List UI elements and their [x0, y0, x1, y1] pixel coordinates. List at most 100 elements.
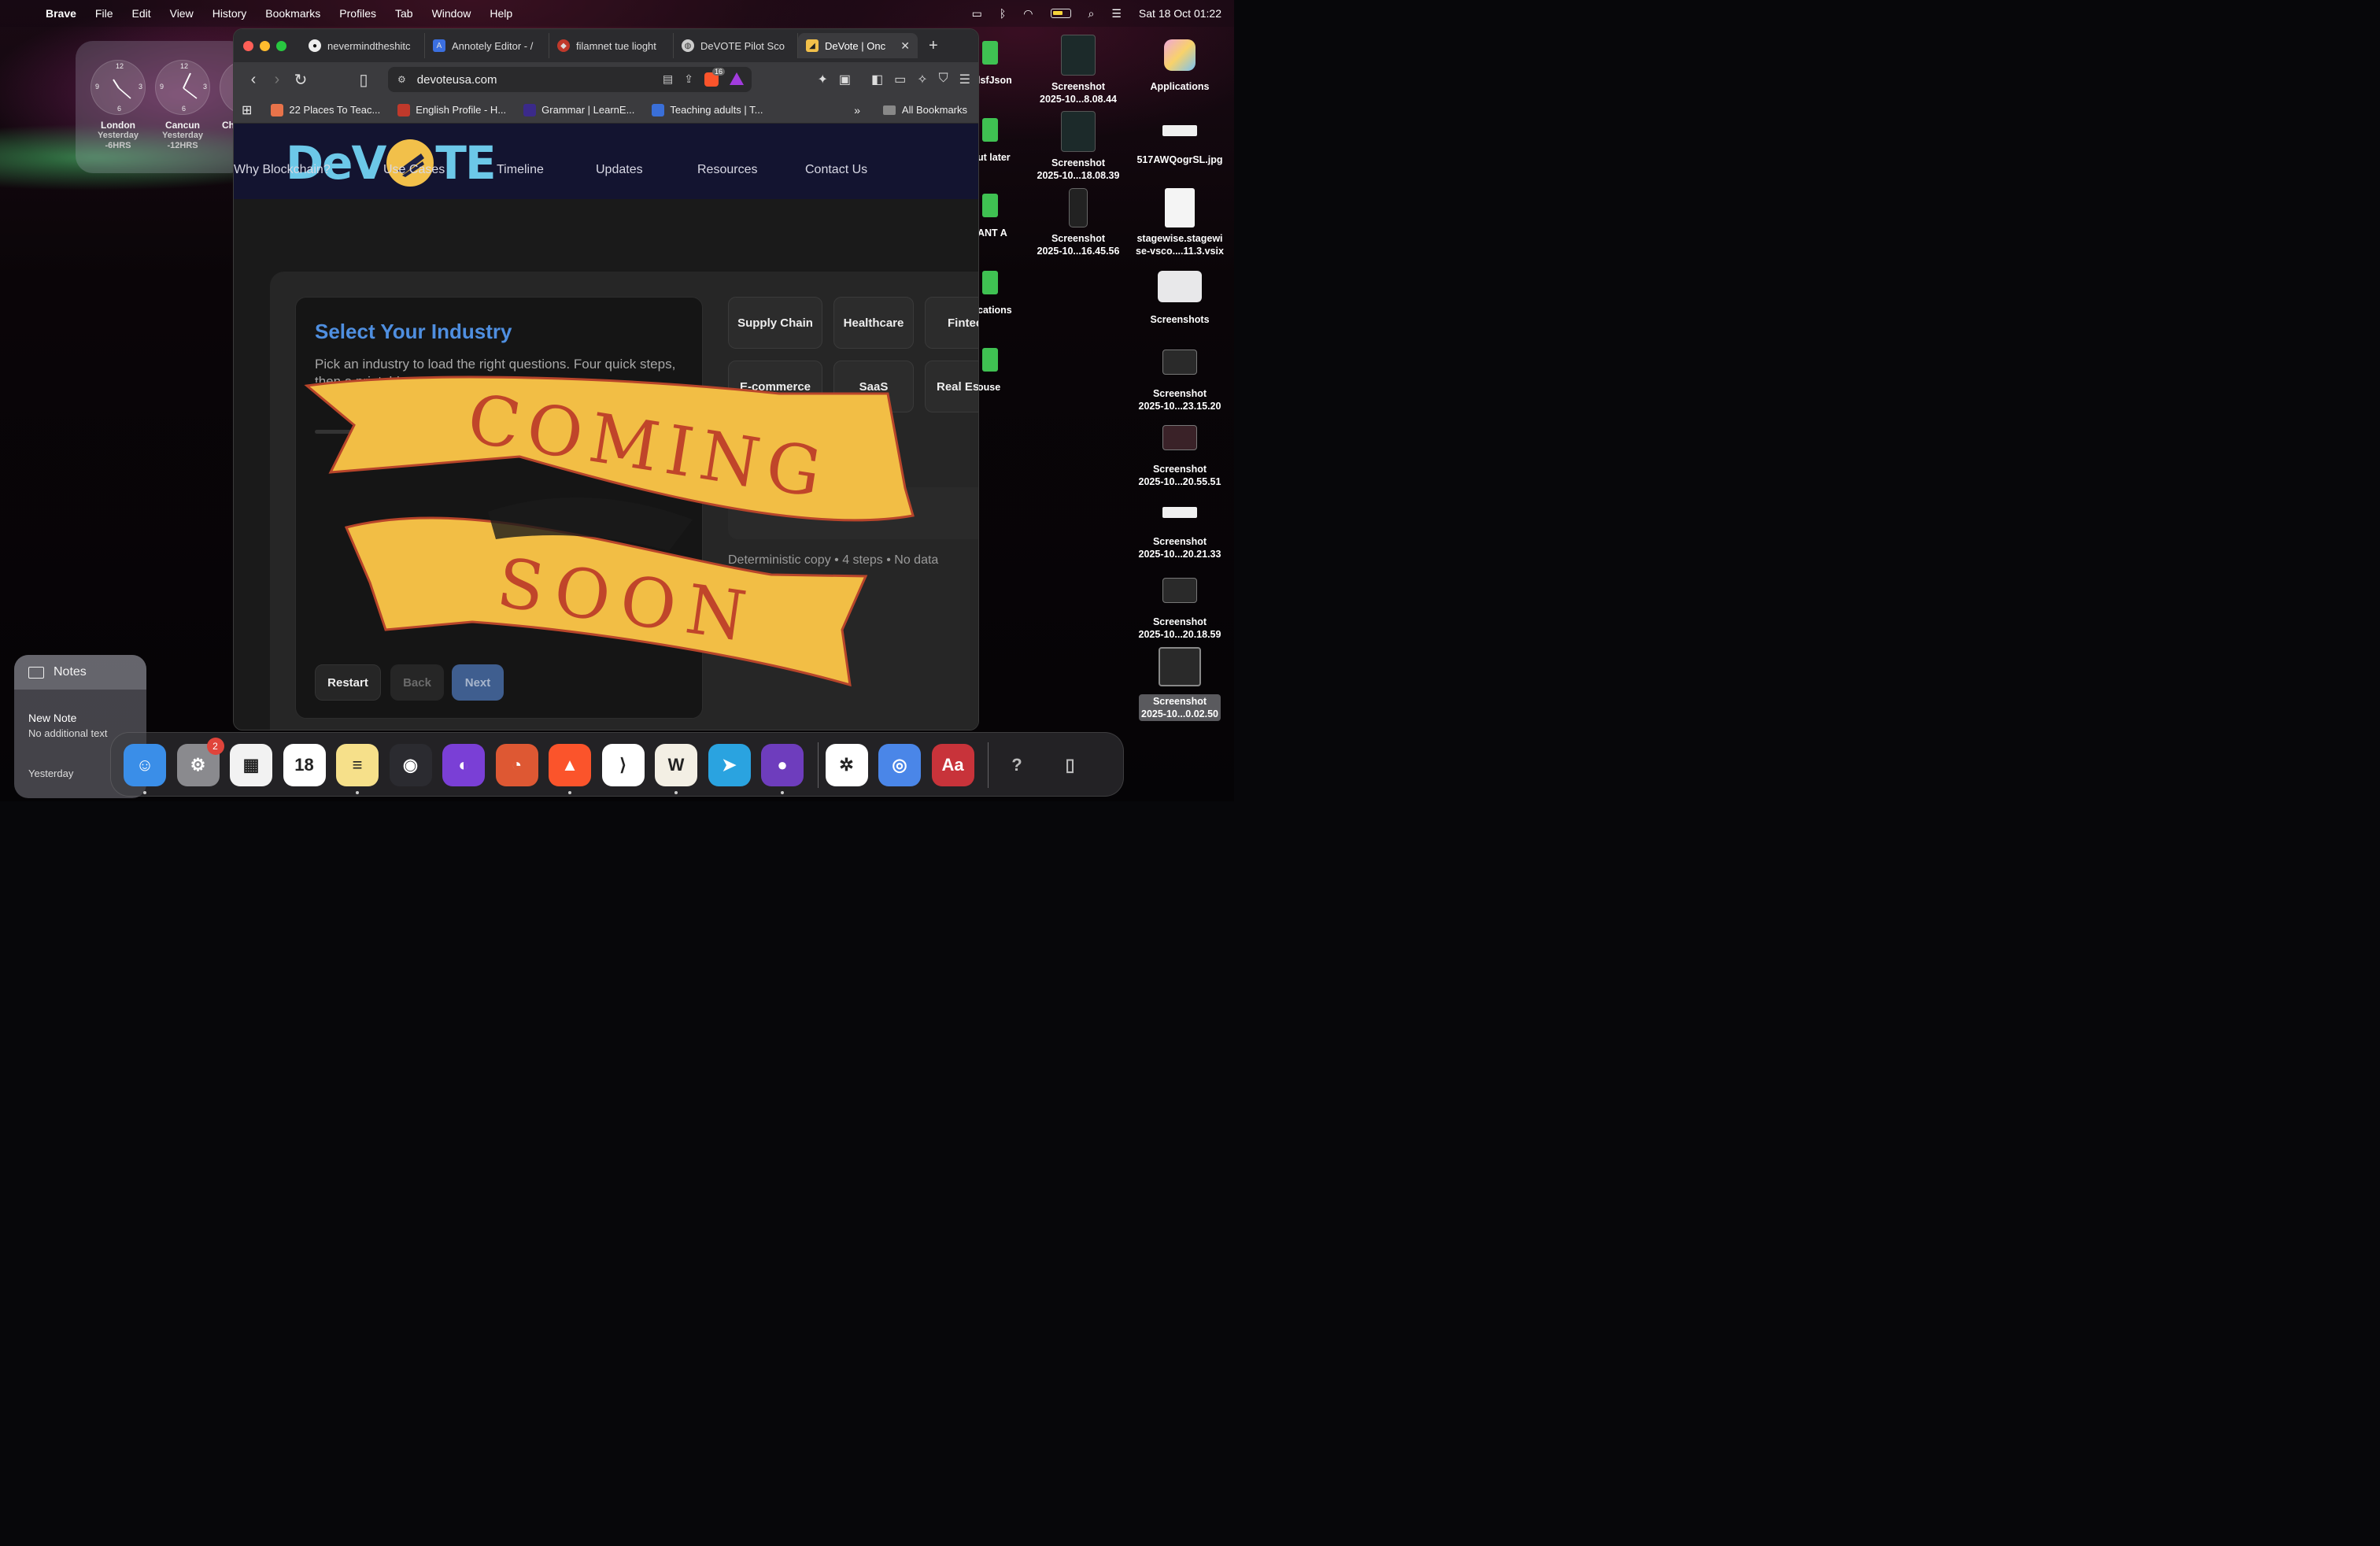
reload-icon[interactable]: ↻: [289, 70, 312, 90]
tab-devote-active[interactable]: ◢ DeVote | Onc ✕: [798, 33, 918, 58]
next-button[interactable]: Next: [452, 664, 504, 701]
new-tab-button[interactable]: +: [929, 37, 938, 55]
bookmark-item[interactable]: 22 Places To Teac...: [271, 103, 380, 117]
menu-file[interactable]: File: [95, 7, 113, 20]
battery-icon[interactable]: [1050, 9, 1071, 18]
tab-annotely[interactable]: A Annotely Editor - /: [425, 33, 549, 58]
brave-rewards-icon[interactable]: [730, 72, 744, 85]
vscode-icon[interactable]: ⟩: [601, 744, 645, 786]
brave-browser-icon[interactable]: ▲: [549, 744, 591, 786]
leo-ai-icon[interactable]: ✧: [917, 72, 927, 87]
industry-e-commerce[interactable]: E-commerce: [728, 361, 822, 412]
reader-mode-icon[interactable]: ▤: [663, 72, 673, 87]
tab-search-icon[interactable]: ▣: [839, 72, 851, 87]
desktop-file[interactable]: 517AWQogrSL.jpg: [1129, 111, 1231, 166]
tab-devote-pilot[interactable]: ◍ DeVOTE Pilot Sco: [674, 33, 798, 58]
minimize-window-button[interactable]: [260, 40, 270, 51]
url-text[interactable]: devoteusa.com: [417, 73, 497, 87]
dictionary-icon[interactable]: Aa: [931, 744, 974, 786]
site-settings-icon[interactable]: ⚙: [397, 74, 406, 85]
nav-timeline[interactable]: Timeline: [497, 163, 544, 177]
desktop-file[interactable]: Screenshots: [1129, 263, 1231, 326]
calendar-icon[interactable]: 18: [283, 744, 326, 786]
menu-view[interactable]: View: [170, 7, 194, 20]
wifi-icon[interactable]: ◠: [1023, 7, 1033, 20]
davinci-resolve-icon[interactable]: ◉: [389, 744, 432, 786]
tab-search[interactable]: ◆ filamnet tue lioght: [549, 33, 674, 58]
firefox-icon[interactable]: ◐: [442, 744, 485, 786]
extensions-icon[interactable]: ✦: [817, 72, 827, 87]
industry-healthcare[interactable]: Healthcare: [833, 297, 914, 349]
menu-app-name[interactable]: Brave: [46, 7, 76, 20]
sidebar-icon[interactable]: ◧: [871, 72, 883, 87]
address-bar[interactable]: ⚙ devoteusa.com ▤ ⇪ 16: [388, 67, 752, 92]
industry-fintech[interactable]: Fintech: [925, 297, 978, 349]
nav-resources[interactable]: Resources: [697, 163, 757, 177]
industry-supply-chain[interactable]: Supply Chain: [728, 297, 822, 349]
desktop-file[interactable]: Applications: [1129, 35, 1231, 93]
apps-grid-icon[interactable]: ⊞: [242, 102, 252, 118]
bookmark-item[interactable]: Grammar | LearnE...: [523, 103, 634, 117]
system-settings-icon[interactable]: ⚙ 2: [176, 738, 224, 786]
spotlight-search-icon[interactable]: ⌕: [1088, 7, 1095, 20]
zoom-window-button[interactable]: [276, 40, 286, 51]
bookmark-item[interactable]: Teaching adults | T...: [652, 103, 763, 117]
bookmark-icon[interactable]: ▯: [352, 70, 375, 90]
menu-bookmarks[interactable]: Bookmarks: [265, 7, 320, 20]
preview-icon[interactable]: ◎: [878, 744, 921, 786]
back-arrow-icon[interactable]: ‹: [242, 71, 265, 89]
menu-icon[interactable]: ☰: [959, 72, 970, 87]
screen-mirroring-icon[interactable]: ▭: [972, 7, 982, 20]
duckduckgo-icon[interactable]: ◔: [495, 744, 538, 786]
menu-edit[interactable]: Edit: [131, 7, 150, 20]
desktop-file[interactable]: Screenshot 2025-10...20.18.59: [1129, 568, 1231, 641]
menu-help[interactable]: Help: [490, 7, 512, 20]
warp-icon[interactable]: W: [655, 744, 697, 786]
chatgpt-icon[interactable]: ✲: [825, 744, 868, 786]
brave-shields-icon[interactable]: 16: [704, 68, 725, 87]
finder-icon[interactable]: ☺: [124, 744, 166, 786]
nav-use-cases[interactable]: Use Cases: [383, 163, 445, 177]
close-tab-icon[interactable]: ✕: [900, 39, 910, 53]
help-icon[interactable]: ?: [996, 744, 1038, 786]
desktop-file[interactable]: Screenshot 2025-10...18.08.39: [1027, 111, 1129, 182]
launchpad-icon[interactable]: ▦: [230, 744, 272, 786]
nav-why-blockchain[interactable]: Why Blockchain?: [234, 163, 331, 177]
desktop-file[interactable]: Screenshot 2025-10...8.08.44: [1027, 35, 1129, 105]
menu-profiles[interactable]: Profiles: [339, 7, 376, 20]
world-clock-widget[interactable]: 12 3 6 9 London Yesterday -6HRS 12 3 6 9 Cancu…: [76, 41, 247, 173]
forward-arrow-icon[interactable]: ›: [265, 71, 289, 89]
bookmark-item[interactable]: English Profile - H...: [397, 103, 506, 117]
nav-contact-us[interactable]: Contact Us: [805, 163, 867, 177]
industry-saas[interactable]: SaaS: [833, 361, 914, 412]
desktop-file[interactable]: Screenshot 2025-10...20.21.33: [1129, 493, 1231, 560]
bluetooth-icon[interactable]: ᛒ: [1000, 7, 1006, 20]
desktop-file[interactable]: Screenshot 2025-10...23.15.20: [1129, 340, 1231, 412]
all-bookmarks-button[interactable]: All Bookmarks: [882, 104, 967, 116]
industry-real-estate[interactable]: Real Est: [925, 361, 978, 412]
desktop-file-label: Screenshots: [1150, 314, 1210, 325]
bookmarks-overflow-button[interactable]: »: [854, 104, 860, 117]
clock-datetime[interactable]: Sat 18 Oct 01:22: [1139, 7, 1221, 20]
telegram-icon[interactable]: ➤: [708, 744, 751, 786]
desktop-file-selected[interactable]: Screenshot 2025-10...0.02.50: [1129, 645, 1231, 721]
menu-history[interactable]: History: [213, 7, 247, 20]
nav-updates[interactable]: Updates: [596, 163, 643, 177]
notes-app-icon[interactable]: ≡: [336, 744, 379, 786]
desktop-file[interactable]: Screenshot 2025-10...20.55.51: [1129, 416, 1231, 488]
wallet-icon[interactable]: ▭: [894, 72, 906, 87]
clock-day: Yesterday: [98, 131, 139, 140]
close-window-button[interactable]: [243, 40, 253, 51]
back-button[interactable]: Back: [390, 664, 444, 701]
tab-github[interactable]: ● nevermindtheshitc: [301, 33, 425, 58]
menu-window[interactable]: Window: [432, 7, 471, 20]
menu-tab[interactable]: Tab: [395, 7, 413, 20]
restart-button[interactable]: Restart: [315, 664, 381, 701]
control-center-icon[interactable]: ☰: [1111, 7, 1122, 20]
desktop-file[interactable]: stagewise.stagewi se-vsco....11.3.vsix: [1129, 188, 1231, 257]
trash-icon[interactable]: ▯: [1049, 744, 1092, 786]
vpn-icon[interactable]: ⛉: [939, 72, 948, 87]
share-icon[interactable]: ⇪: [684, 72, 693, 87]
github-desktop-icon[interactable]: ●: [761, 744, 804, 786]
desktop-file[interactable]: Screenshot 2025-10...16.45.56: [1027, 188, 1129, 257]
